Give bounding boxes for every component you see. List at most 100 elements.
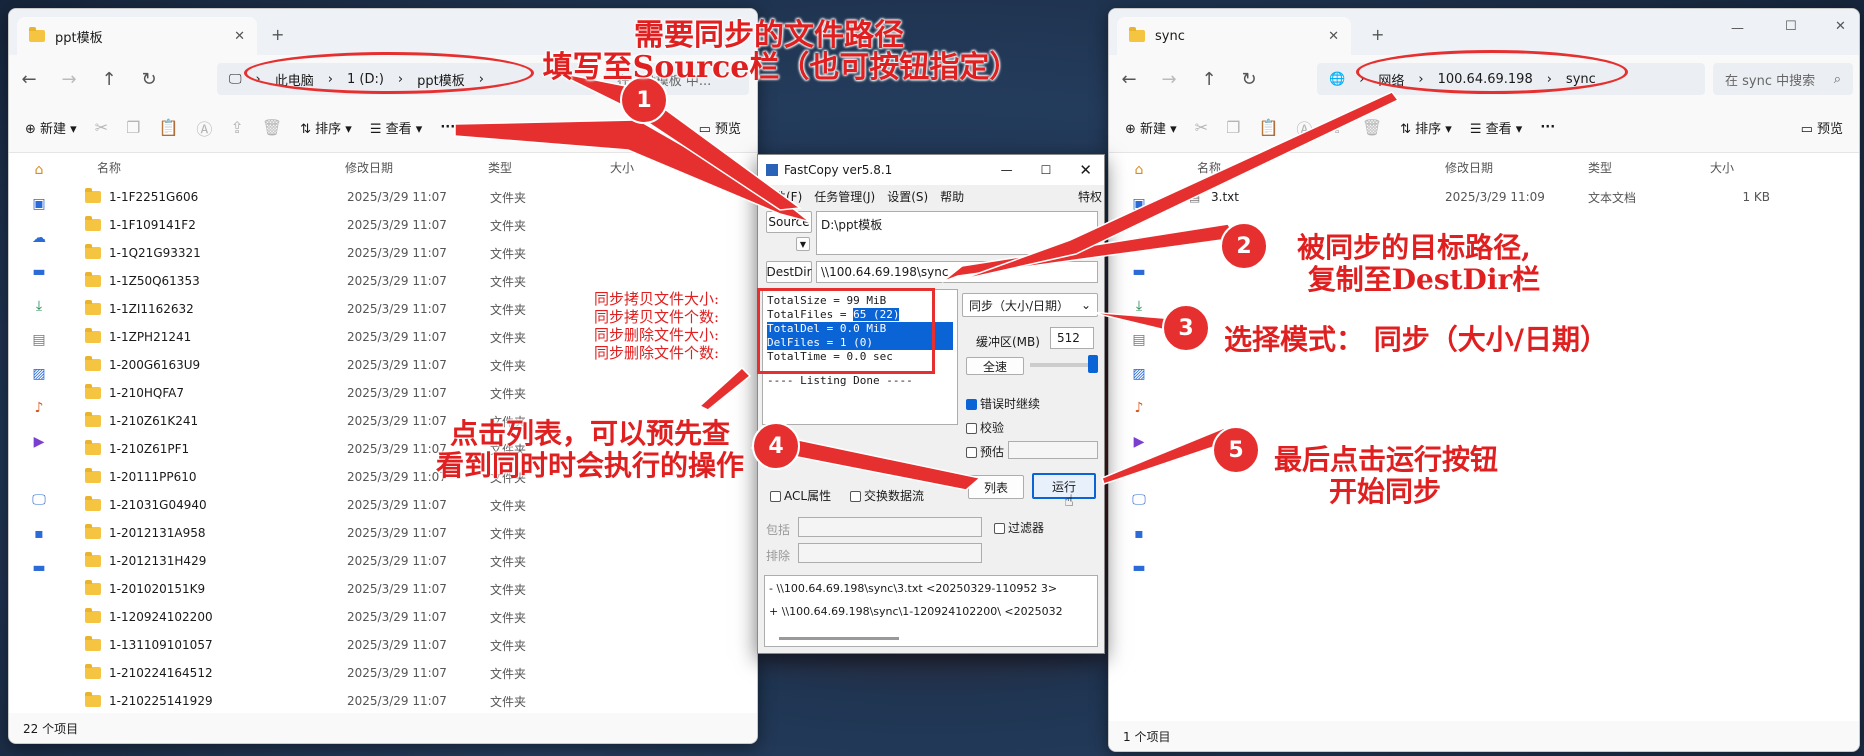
log-panel[interactable]: - \\100.64.69.198\sync\3.txt <20250329-1… — [764, 575, 1098, 647]
paste-icon[interactable]: 📋 — [158, 118, 178, 137]
file-row[interactable]: 1-131109101057 2025/3/29 11:07 文件夹 — [85, 631, 745, 659]
col-date[interactable]: 修改日期 — [1445, 159, 1588, 176]
gallery-icon[interactable]: ▣ — [9, 187, 69, 221]
new-button[interactable]: ⊕ 新建 ▾ — [25, 118, 77, 137]
downloads-icon[interactable]: ⤓ — [1109, 289, 1169, 323]
videos-icon[interactable]: ▶ — [9, 425, 69, 459]
col-type[interactable]: 类型 — [1588, 159, 1710, 176]
file-row[interactable]: 1-2012131H429 2025/3/29 11:07 文件夹 — [85, 547, 745, 575]
minimize-icon[interactable]: — — [1001, 163, 1013, 177]
menu-settings[interactable]: 设置(S) — [887, 188, 928, 205]
buffer-input[interactable]: 512 — [1050, 327, 1094, 349]
source-input[interactable]: D:\ppt模板 — [816, 211, 1098, 255]
log-scrollbar[interactable] — [779, 637, 899, 640]
file-row[interactable]: 1-210HQFA7 2025/3/29 11:07 文件夹 — [85, 379, 745, 407]
videos-icon[interactable]: ▶ — [1109, 425, 1169, 459]
option-acl[interactable]: ACL属性 — [770, 487, 831, 504]
tab-ppt[interactable]: ppt模板 ✕ — [17, 17, 257, 55]
gallery-icon[interactable]: ▣ — [1109, 187, 1169, 221]
new-tab-icon[interactable]: + — [271, 25, 284, 44]
close-icon[interactable]: ✕ — [1079, 161, 1092, 179]
new-tab-icon[interactable]: + — [1371, 25, 1384, 44]
include-input[interactable] — [798, 517, 982, 537]
paste-icon[interactable]: 📋 — [1258, 118, 1278, 137]
music-icon[interactable]: ♪ — [9, 391, 69, 425]
col-name[interactable]: 名称 — [97, 159, 345, 176]
sort-button[interactable]: ⇅ 排序 ▾ — [1400, 118, 1452, 137]
file-row[interactable]: 1-201020151K9 2025/3/29 11:07 文件夹 — [85, 575, 745, 603]
network-icon[interactable]: ▬ — [9, 551, 69, 585]
col-name[interactable]: 名称 — [1197, 159, 1445, 176]
back-icon[interactable]: ← — [1109, 69, 1149, 90]
speed-slider[interactable] — [1030, 355, 1098, 373]
onedrive-icon[interactable]: ☁ — [9, 221, 69, 255]
downloads-icon[interactable]: ⤓ — [9, 289, 69, 323]
col-date[interactable]: 修改日期 — [345, 159, 488, 176]
view-button[interactable]: ☰ 查看 ▾ — [1470, 118, 1522, 137]
forward-icon[interactable]: → — [49, 69, 89, 90]
destdir-button[interactable]: DestDir — [766, 261, 812, 283]
menu-help[interactable]: 帮助 — [940, 188, 964, 205]
list-button[interactable]: 列表 — [968, 475, 1024, 499]
option-continue[interactable]: 错误时继续 — [966, 395, 1040, 412]
file-row[interactable]: 1-2012131A958 2025/3/29 11:07 文件夹 — [85, 519, 745, 547]
share-icon[interactable]: ⇪ — [1330, 118, 1343, 137]
refresh-icon[interactable]: ↻ — [129, 69, 169, 90]
maximize-icon[interactable]: ☐ — [1041, 163, 1052, 177]
col-type[interactable]: 类型 — [488, 159, 610, 176]
more-icon[interactable]: ··· — [440, 120, 455, 135]
up-icon[interactable]: ↑ — [1189, 69, 1229, 90]
option-altstream[interactable]: 交换数据流 — [850, 487, 924, 504]
preview-button[interactable]: ▭ 预览 — [1801, 118, 1843, 137]
view-button[interactable]: ☰ 查看 ▾ — [370, 118, 422, 137]
back-icon[interactable]: ← — [9, 69, 49, 90]
rename-icon[interactable]: Ⓐ — [1296, 116, 1312, 140]
source-dropdown-icon[interactable]: ▼ — [796, 237, 810, 251]
share-icon[interactable]: ⇪ — [230, 118, 243, 137]
sort-button[interactable]: ⇅ 排序 ▾ — [300, 118, 352, 137]
pictures-icon[interactable]: ▨ — [1109, 357, 1169, 391]
forward-icon[interactable]: → — [1149, 69, 1189, 90]
search-input[interactable]: 在 sync 中搜索 ⌕ — [1713, 63, 1853, 95]
option-estimate[interactable]: 预估 — [966, 443, 1004, 460]
mode-select[interactable]: 同步（大小/日期） ⌄ — [962, 293, 1098, 317]
delete-icon[interactable]: 🗑 — [1362, 118, 1382, 137]
minimize-icon[interactable]: — — [1731, 21, 1744, 36]
exclude-input[interactable] — [798, 543, 982, 563]
file-row[interactable]: 1-210224164512 2025/3/29 11:07 文件夹 — [85, 659, 745, 687]
close-tab-icon[interactable]: ✕ — [234, 29, 245, 44]
more-icon[interactable]: ··· — [1540, 120, 1555, 135]
file-row[interactable]: 1-1F109141F2 2025/3/29 11:07 文件夹 — [85, 211, 745, 239]
file-row[interactable]: ▤ 3.txt 2025/3/29 11:09 文本文档 1 KB — [1189, 183, 1849, 211]
delete-icon[interactable]: 🗑 — [262, 118, 282, 137]
home-icon[interactable]: ⌂ — [1109, 153, 1169, 187]
desktop-icon[interactable]: ▬ — [1109, 255, 1169, 289]
source-button[interactable]: Source — [766, 211, 812, 233]
rename-icon[interactable]: Ⓐ — [196, 116, 212, 140]
refresh-icon[interactable]: ↻ — [1229, 69, 1269, 90]
option-filter[interactable]: 过滤器 — [994, 519, 1044, 536]
desktop-icon[interactable]: ▬ — [9, 255, 69, 289]
up-icon[interactable]: ↑ — [89, 69, 129, 90]
music-icon[interactable]: ♪ — [1109, 391, 1169, 425]
copy-icon[interactable]: ❐ — [1226, 118, 1240, 137]
col-size[interactable]: 大小 — [1710, 159, 1734, 176]
menu-job[interactable]: 任务管理(J) — [814, 188, 875, 205]
documents-icon[interactable]: ▤ — [9, 323, 69, 357]
file-row[interactable]: 1-210225141929 2025/3/29 11:07 文件夹 — [85, 687, 745, 715]
close-window-icon[interactable]: ✕ — [1835, 19, 1846, 34]
file-row[interactable]: 1-1F2251G606 2025/3/29 11:07 文件夹 — [85, 183, 745, 211]
network-icon[interactable]: ▬ — [1109, 551, 1169, 585]
drive-icon[interactable]: ▪ — [9, 517, 69, 551]
file-row[interactable]: 1-21031G04940 2025/3/29 11:07 文件夹 — [85, 491, 745, 519]
this-pc-icon[interactable]: 🖵 — [9, 483, 69, 517]
new-button[interactable]: ⊕ 新建 ▾ — [1125, 118, 1177, 137]
onedrive-icon[interactable]: ☁ — [1109, 221, 1169, 255]
slider-thumb[interactable] — [1088, 355, 1098, 373]
menu-file[interactable]: 文件(F) — [762, 188, 802, 205]
copy-icon[interactable]: ❐ — [126, 118, 140, 137]
maximize-icon[interactable]: ☐ — [1785, 19, 1797, 34]
documents-icon[interactable]: ▤ — [1109, 323, 1169, 357]
this-pc-icon[interactable]: 🖵 — [1109, 483, 1169, 517]
destdir-input[interactable]: \\100.64.69.198\sync — [816, 261, 1098, 283]
